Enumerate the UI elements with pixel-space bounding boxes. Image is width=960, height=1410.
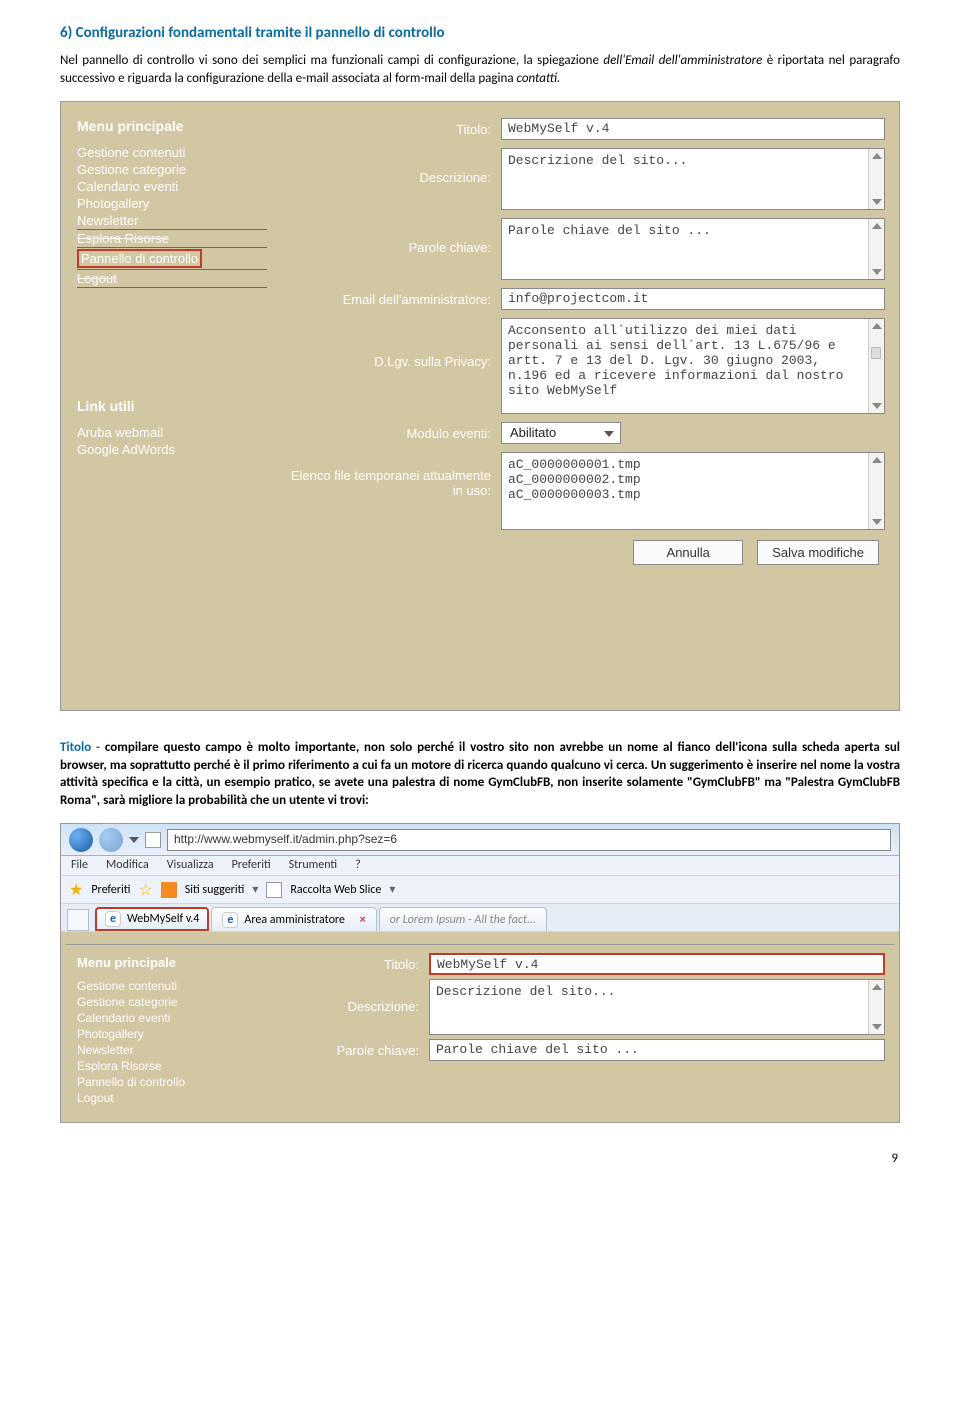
sidebar2-item-categorie[interactable]: Gestione categorie bbox=[77, 994, 185, 1010]
menu-modifica[interactable]: Modifica bbox=[106, 858, 149, 873]
intro-em-1: dell'Email dell'amministratore bbox=[603, 53, 762, 68]
star-icon[interactable]: ★ bbox=[69, 880, 83, 900]
back-button[interactable] bbox=[69, 828, 93, 852]
sidebar2-item-contenuti[interactable]: Gestione contenuti bbox=[77, 978, 185, 994]
ie-menubar: File Modifica Visualizza Preferiti Strum… bbox=[61, 856, 899, 876]
label-privacy: D.Lgv. sulla Privacy: bbox=[281, 318, 501, 369]
titolo2-input-highlighted[interactable]: WebMySelf v.4 bbox=[429, 953, 885, 975]
scrollbar[interactable] bbox=[868, 219, 884, 279]
sidebar: Menu principale Gestione contenuti Gesti… bbox=[77, 118, 267, 458]
sidebar2: Menu principale Gestione contenuti Gesti… bbox=[77, 955, 185, 1106]
tab-area-admin[interactable]: eArea amministratore × bbox=[211, 907, 376, 931]
parole-textarea[interactable]: Parole chiave del sito ... bbox=[501, 218, 885, 280]
fav-site1[interactable]: Siti suggeriti bbox=[185, 883, 245, 897]
modulo-select[interactable]: Abilitato bbox=[501, 422, 621, 444]
label2-descrizione: Descrizione: bbox=[269, 979, 429, 1014]
label-parole: Parole chiave: bbox=[281, 218, 501, 255]
sidebar-item-logout[interactable]: Logout bbox=[77, 269, 267, 288]
ie-favorites-bar: ★ Preferiti ☆ Siti suggeriti ▾ Raccolta … bbox=[61, 876, 899, 904]
fav-label[interactable]: Preferiti bbox=[91, 883, 130, 897]
intro-em-2: contatti. bbox=[517, 71, 561, 86]
menu-visualizza[interactable]: Visualizza bbox=[167, 858, 214, 873]
figure-admin-panel: Menu principale Gestione contenuti Gesti… bbox=[60, 101, 900, 711]
quick-tabs-button[interactable] bbox=[67, 909, 89, 931]
star-outline-icon[interactable]: ☆ bbox=[138, 880, 152, 900]
menu-help[interactable]: ? bbox=[355, 858, 361, 873]
menu-file[interactable]: File bbox=[71, 858, 88, 873]
sidebar-links-title: Link utili bbox=[77, 398, 267, 414]
sidebar-item-photogallery[interactable]: Photogallery bbox=[77, 195, 267, 212]
admin-panel-preview: Menu principale Gestione contenuti Gesti… bbox=[65, 944, 895, 1118]
label2-titolo: Titolo: bbox=[269, 953, 429, 972]
close-icon[interactable]: × bbox=[360, 913, 366, 927]
sidebar-link-adwords[interactable]: Google AdWords bbox=[77, 441, 267, 458]
sidebar-title: Menu principale bbox=[77, 118, 267, 134]
sidebar2-item-calendario[interactable]: Calendario eventi bbox=[77, 1010, 185, 1026]
fav-site2[interactable]: Raccolta Web Slice bbox=[290, 883, 381, 897]
web-slice-icon bbox=[266, 882, 282, 898]
label-titolo: Titolo: bbox=[281, 118, 501, 137]
suggested-sites-icon bbox=[161, 882, 177, 898]
titolo-paragraph: Titolo - compilare questo campo è molto … bbox=[60, 739, 900, 809]
admin-form: Titolo: WebMySelf v.4 Descrizione: Descr… bbox=[281, 118, 885, 565]
tab-webmyself[interactable]: eWebMySelf v.4 bbox=[95, 907, 209, 931]
ie-icon: e bbox=[105, 911, 121, 927]
ie-icon: e bbox=[222, 912, 238, 928]
salva-button[interactable]: Salva modifiche bbox=[757, 540, 879, 565]
chevron-down-icon[interactable] bbox=[129, 837, 139, 843]
descrizione2-textarea[interactable]: Descrizione del sito... bbox=[429, 979, 885, 1035]
label2-parole: Parole chiave: bbox=[269, 1039, 429, 1058]
figure-browser-chrome: http://www.webmyself.it/admin.php?sez=6 … bbox=[60, 823, 900, 1123]
highlight-box: Pannello di controllo bbox=[77, 249, 202, 268]
sidebar-item-categorie[interactable]: Gestione categorie bbox=[77, 161, 267, 178]
elenco-textarea[interactable]: aC_0000000001.tmp aC_0000000002.tmp aC_0… bbox=[501, 452, 885, 530]
page-number: 9 bbox=[60, 1151, 900, 1166]
sidebar2-item-esplora[interactable]: Esplora Risorse bbox=[77, 1058, 185, 1074]
intro-text-1: Nel pannello di controllo vi sono dei se… bbox=[60, 53, 603, 68]
section-heading: 6) Configurazioni fondamentali tramite i… bbox=[60, 24, 900, 42]
label-descrizione: Descrizione: bbox=[281, 148, 501, 185]
sidebar-item-esplora[interactable]: Esplora Risorse bbox=[77, 229, 267, 248]
menu-strumenti[interactable]: Strumenti bbox=[289, 858, 337, 873]
label-elenco: Elenco file temporanei attualmente in us… bbox=[281, 452, 501, 498]
form2: Titolo: WebMySelf v.4 Descrizione: Descr… bbox=[269, 953, 885, 1065]
para2-lead: Titolo - bbox=[60, 740, 105, 755]
sidebar-item-contenuti[interactable]: Gestione contenuti bbox=[77, 144, 267, 161]
titolo-input[interactable]: WebMySelf v.4 bbox=[501, 118, 885, 140]
tab-lorem[interactable]: or Lorem Ipsum - All the fact... bbox=[379, 907, 547, 931]
para2-rest: compilare questo campo è molto important… bbox=[60, 740, 900, 808]
page-icon bbox=[145, 832, 161, 848]
sidebar2-item-photogallery[interactable]: Photogallery bbox=[77, 1026, 185, 1042]
menu-preferiti[interactable]: Preferiti bbox=[232, 858, 271, 873]
scrollbar[interactable] bbox=[868, 453, 884, 529]
sidebar2-title: Menu principale bbox=[77, 955, 185, 970]
email-input[interactable]: info@projectcom.it bbox=[501, 288, 885, 310]
sidebar2-item-pannello[interactable]: Pannello di controllo bbox=[77, 1074, 185, 1090]
scrollbar[interactable] bbox=[868, 319, 884, 413]
privacy-textarea[interactable]: Acconsento all`utilizzo dei miei dati pe… bbox=[501, 318, 885, 414]
intro-paragraph: Nel pannello di controllo vi sono dei se… bbox=[60, 52, 900, 87]
sidebar-item-calendario[interactable]: Calendario eventi bbox=[77, 178, 267, 195]
address-bar[interactable]: http://www.webmyself.it/admin.php?sez=6 bbox=[167, 829, 891, 851]
ie-tabbar: eWebMySelf v.4 eArea amministratore × or… bbox=[61, 904, 899, 932]
sidebar2-item-logout[interactable]: Logout bbox=[77, 1090, 185, 1106]
ie-toolbar: http://www.webmyself.it/admin.php?sez=6 bbox=[61, 824, 899, 856]
sidebar-item-pannello[interactable]: Pannello di controllo bbox=[77, 248, 267, 269]
sidebar2-item-newsletter[interactable]: Newsletter bbox=[77, 1042, 185, 1058]
scrollbar[interactable] bbox=[868, 980, 884, 1034]
sidebar-item-newsletter[interactable]: Newsletter bbox=[77, 212, 267, 229]
scrollbar[interactable] bbox=[868, 149, 884, 209]
label-email: Email dell'amministratore: bbox=[281, 288, 501, 307]
forward-button[interactable] bbox=[99, 828, 123, 852]
annulla-button[interactable]: Annulla bbox=[633, 540, 743, 565]
parole2-input[interactable]: Parole chiave del sito ... bbox=[429, 1039, 885, 1061]
label-modulo: Modulo eventi: bbox=[281, 422, 501, 441]
descrizione-textarea[interactable]: Descrizione del sito... bbox=[501, 148, 885, 210]
sidebar-link-aruba[interactable]: Aruba webmail bbox=[77, 424, 267, 441]
